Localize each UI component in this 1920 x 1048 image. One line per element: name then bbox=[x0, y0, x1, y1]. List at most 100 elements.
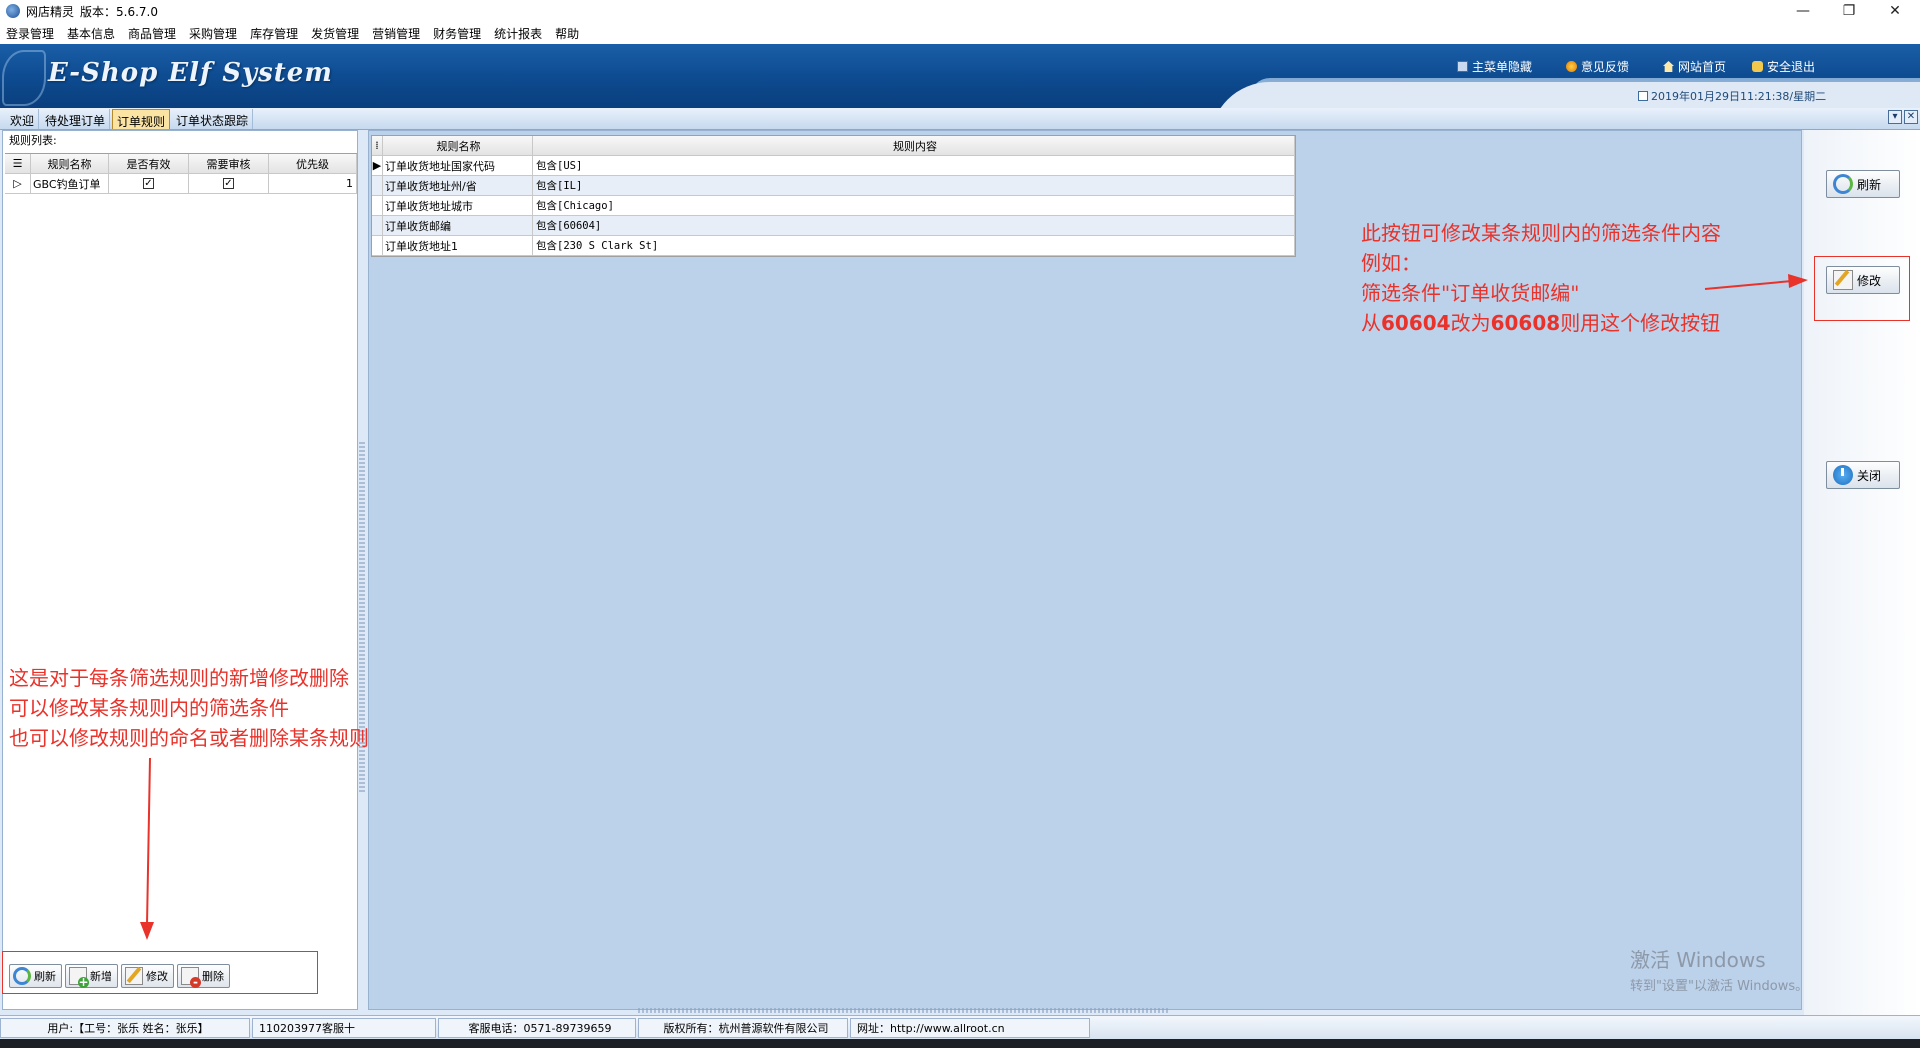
row-indicator bbox=[372, 236, 383, 255]
feedback-icon bbox=[1566, 61, 1577, 72]
hide-menu-link[interactable]: 主菜单隐藏 bbox=[1457, 58, 1532, 75]
condition-content-cell[interactable]: 包含[60604] bbox=[533, 216, 1295, 235]
review-cell[interactable]: ✓ bbox=[189, 174, 269, 193]
condition-name-cell[interactable]: 订单收货地址城市 bbox=[383, 196, 533, 215]
horizontal-splitter[interactable] bbox=[638, 1008, 1168, 1013]
menu-icon bbox=[1457, 61, 1468, 72]
refresh-button[interactable]: 刷新 bbox=[1826, 170, 1900, 198]
maximize-button[interactable]: ❐ bbox=[1826, 0, 1872, 22]
annotation-line: 从60604改为60608则用这个修改按钮 bbox=[1361, 308, 1721, 338]
status-phone: 客服电话：0571-89739659 bbox=[438, 1017, 636, 1038]
annotation-text: 则用这个修改按钮 bbox=[1560, 311, 1721, 335]
close-label: 关闭 bbox=[1857, 468, 1882, 483]
rule-name-cell[interactable]: GBC钓鱼订单 bbox=[31, 174, 109, 193]
tab-list-dropdown-button[interactable]: ▾ bbox=[1888, 110, 1902, 124]
close-button[interactable]: 关闭 bbox=[1826, 461, 1900, 489]
close-window-button[interactable]: ✕ bbox=[1872, 0, 1918, 22]
annotation-right: 此按钮可修改某条规则内的筛选条件内容 例如： 筛选条件"订单收货邮编" 从606… bbox=[1361, 218, 1721, 338]
grid-corner[interactable]: ⁞ bbox=[372, 136, 383, 155]
home-icon bbox=[1663, 61, 1674, 72]
app-icon bbox=[6, 4, 20, 18]
condition-name-cell[interactable]: 订单收货邮编 bbox=[383, 216, 533, 235]
exit-link[interactable]: 安全退出 bbox=[1752, 58, 1815, 75]
app-logo: E-Shop Elf System bbox=[48, 58, 333, 88]
window-title: 网店精灵 bbox=[26, 4, 75, 19]
priority-cell[interactable]: 1 bbox=[269, 174, 357, 193]
row-indicator bbox=[372, 176, 383, 195]
datetime: 2019年01月29日11:21:38/星期二 bbox=[1638, 88, 1826, 104]
status-bar: 用户:【工号：张乐 姓名：张乐】 110203977客服十 客服电话：0571-… bbox=[0, 1015, 1920, 1039]
menu-marketing[interactable]: 营销管理 bbox=[372, 24, 420, 43]
condition-name-cell[interactable]: 订单收货地址1 bbox=[383, 236, 533, 255]
rule-conditions-grid: ⁞ 规则名称 规则内容 ▶ 订单收货地址国家代码 包含[US] 订单收货地址州/… bbox=[371, 135, 1296, 257]
annotation-line: 此按钮可修改某条规则内的筛选条件内容 bbox=[1361, 221, 1721, 245]
condition-content-cell[interactable]: 包含[IL] bbox=[533, 176, 1295, 195]
valid-checkbox[interactable]: ✓ bbox=[143, 178, 154, 189]
menu-purchasing[interactable]: 采购管理 bbox=[189, 24, 237, 43]
column-condition-content[interactable]: 规则内容 bbox=[533, 136, 1295, 155]
valid-cell[interactable]: ✓ bbox=[109, 174, 189, 193]
minimize-button[interactable]: — bbox=[1780, 0, 1826, 22]
table-row[interactable]: 订单收货地址城市 包含[Chicago] bbox=[372, 196, 1295, 216]
close-tab-button[interactable]: ✕ bbox=[1904, 110, 1918, 124]
watermark-line: 转到"设置"以激活 Windows。 bbox=[1630, 979, 1809, 994]
condition-content-cell[interactable]: 包含[230 S Clark St] bbox=[533, 236, 1295, 255]
menu-products[interactable]: 商品管理 bbox=[128, 24, 176, 43]
watermark-line: 激活 Windows bbox=[1630, 948, 1766, 972]
table-row[interactable]: 订单收货地址1 包含[230 S Clark St] bbox=[372, 236, 1295, 256]
row-indicator bbox=[372, 216, 383, 235]
menu-shipping[interactable]: 发货管理 bbox=[311, 24, 359, 43]
table-row[interactable]: 订单收货地址州/省 包含[IL] bbox=[372, 176, 1295, 196]
refresh-label: 刷新 bbox=[1857, 177, 1882, 192]
column-priority[interactable]: 优先级 bbox=[269, 154, 357, 173]
grid-corner[interactable]: ☰ bbox=[5, 154, 31, 173]
annotation-text: 改为 bbox=[1450, 311, 1491, 335]
annotation-text: 从 bbox=[1361, 311, 1381, 335]
annotation-highlight-box bbox=[1814, 256, 1910, 321]
feedback-link[interactable]: 意见反馈 bbox=[1566, 58, 1629, 75]
condition-name-cell[interactable]: 订单收货地址州/省 bbox=[383, 176, 533, 195]
rules-list-grid: ☰ 规则名称 是否有效 需要审核 优先级 ▷ GBC钓鱼订单 ✓ ✓ 1 bbox=[5, 153, 357, 194]
menu-login[interactable]: 登录管理 bbox=[6, 24, 54, 43]
calendar-icon bbox=[1638, 91, 1648, 101]
rules-list-title: 规则列表: bbox=[9, 134, 57, 147]
menu-inventory[interactable]: 库存管理 bbox=[250, 24, 298, 43]
menu-basic-info[interactable]: 基本信息 bbox=[67, 24, 115, 43]
status-user: 用户:【工号：张乐 姓名：张乐】 bbox=[0, 1017, 250, 1038]
tab-strip: 欢迎 待处理订单 订单规则 订单状态跟踪 bbox=[0, 108, 1920, 130]
menu-finance[interactable]: 财务管理 bbox=[433, 24, 481, 43]
grid-header-row: ☰ 规则名称 是否有效 需要审核 优先级 bbox=[5, 154, 357, 174]
menu-bar: 登录管理 基本信息 商品管理 采购管理 库存管理 发货管理 营销管理 财务管理 … bbox=[0, 22, 1920, 44]
row-indicator bbox=[372, 196, 383, 215]
review-checkbox[interactable]: ✓ bbox=[223, 178, 234, 189]
column-rule-name[interactable]: 规则名称 bbox=[31, 154, 109, 173]
column-review[interactable]: 需要审核 bbox=[189, 154, 269, 173]
condition-content-cell[interactable]: 包含[US] bbox=[533, 156, 1295, 175]
menu-help[interactable]: 帮助 bbox=[555, 24, 579, 43]
status-department: 110203977客服十 bbox=[252, 1017, 436, 1038]
lock-icon bbox=[1752, 61, 1763, 72]
home-link[interactable]: 网站首页 bbox=[1663, 58, 1726, 75]
condition-content-cell[interactable]: 包含[Chicago] bbox=[533, 196, 1295, 215]
tab-order-tracking[interactable]: 订单状态跟踪 bbox=[172, 109, 254, 129]
banner: E-Shop Elf System 主菜单隐藏 意见反馈 网站首页 安全退出 2… bbox=[0, 44, 1920, 108]
menu-reports[interactable]: 统计报表 bbox=[494, 24, 542, 43]
column-condition-name[interactable]: 规则名称 bbox=[383, 136, 533, 155]
home-label: 网站首页 bbox=[1678, 60, 1727, 74]
annotation-left: 这是对于每条筛选规则的新增修改删除 可以修改某条规则内的筛选条件 也可以修改规则… bbox=[9, 663, 369, 753]
column-valid[interactable]: 是否有效 bbox=[109, 154, 189, 173]
condition-name-cell[interactable]: 订单收货地址国家代码 bbox=[383, 156, 533, 175]
tab-order-rules[interactable]: 订单规则 bbox=[112, 109, 171, 129]
tab-pending-orders[interactable]: 待处理订单 bbox=[41, 109, 111, 129]
refresh-icon bbox=[1833, 174, 1853, 194]
window-version: 版本：5.6.7.0 bbox=[80, 4, 158, 19]
os-taskbar bbox=[0, 1039, 1920, 1048]
annotation-line: 筛选条件"订单收货邮编" bbox=[1361, 281, 1580, 305]
feedback-label: 意见反馈 bbox=[1581, 60, 1630, 74]
table-row[interactable]: ▶ 订单收货地址国家代码 包含[US] bbox=[372, 156, 1295, 176]
tab-welcome[interactable]: 欢迎 bbox=[6, 109, 40, 129]
row-indicator: ▷ bbox=[5, 174, 31, 193]
table-row[interactable]: ▷ GBC钓鱼订单 ✓ ✓ 1 bbox=[5, 174, 357, 194]
annotation-line: 可以修改某条规则内的筛选条件 bbox=[9, 696, 289, 720]
table-row[interactable]: 订单收货邮编 包含[60604] bbox=[372, 216, 1295, 236]
